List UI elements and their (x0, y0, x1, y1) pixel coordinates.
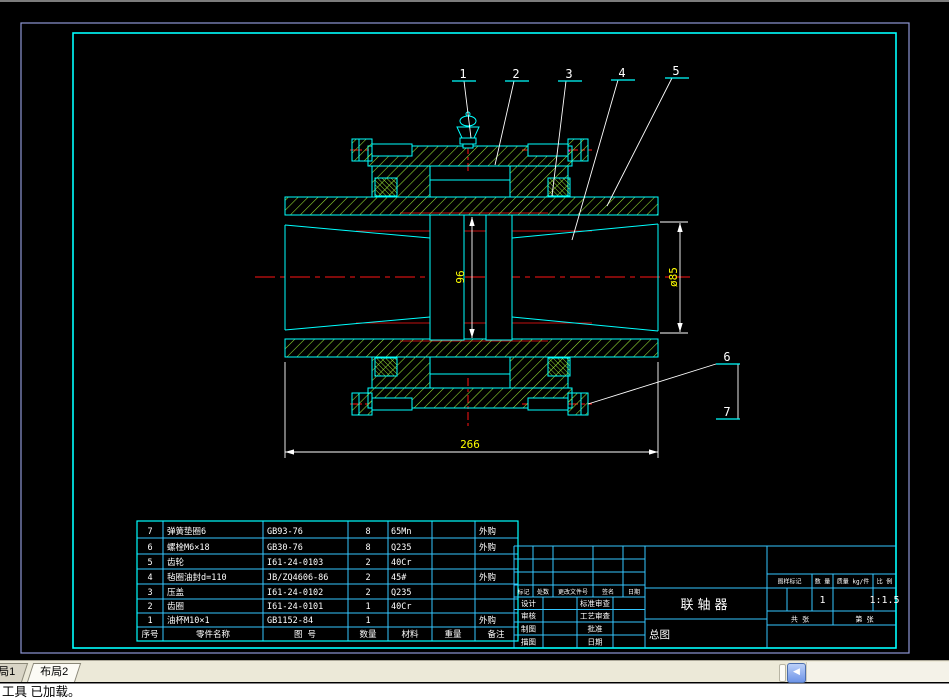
command-line[interactable]: 工具 已加载。 (0, 683, 949, 698)
bom-cell: GB1152-84 (267, 616, 313, 626)
dim-length-text: 266 (460, 438, 480, 451)
tab-scroll-splitter[interactable] (779, 664, 786, 682)
bom-cell: 8 (365, 527, 370, 537)
command-line-message: 工具 已加载。 (0, 684, 949, 698)
bom-header: 序号 (141, 629, 158, 640)
bom-cell: 40Cr (391, 558, 411, 568)
title-block-grid (514, 546, 896, 648)
tb-sign-label: 审核 (521, 611, 536, 621)
bom-header: 备注 (487, 629, 505, 640)
tb-sign-label: 工艺审查 (580, 611, 610, 621)
bom-cell: I61-24-0102 (267, 588, 323, 598)
tb-rev-header: 日期 (628, 588, 640, 596)
bom-cell: 3 (147, 588, 152, 598)
bom-cell: JB/ZQ4606-86 (267, 573, 328, 583)
bom-cell: 7 (147, 527, 152, 537)
bom-cell: 外购 (479, 542, 496, 553)
tb-right-header: 数 量 (815, 578, 831, 586)
balloon-5: 5 (672, 64, 679, 78)
bom-cell: 6 (147, 543, 152, 553)
tab-layout2[interactable]: 布局2 (27, 663, 81, 682)
tb-qty-value: 1 (819, 595, 825, 606)
tb-sign-label: 日期 (588, 638, 603, 647)
bom-cell: Q235 (391, 543, 411, 553)
bom-cell: 2 (365, 558, 370, 568)
balloon-6: 6 (723, 350, 730, 364)
bom-cell: 2 (365, 573, 370, 583)
tb-sheet-total: 共 张 (791, 615, 809, 624)
layout-tab-bar: 布局1 布局2 ◀ (0, 660, 949, 682)
bom-cell: 1 (365, 616, 370, 626)
bom-cell: I61-24-0103 (267, 558, 323, 568)
bom-header: 图 号 (294, 630, 316, 640)
bom-table[interactable]: 序号 零件名称 图 号 数量 材料 重量 备注 7 弹簧垫圈6 GB93-76 … (137, 521, 518, 641)
tb-rev-header: 处数 (537, 588, 549, 596)
bom-cell: 外购 (479, 572, 496, 583)
top-divider (0, 0, 949, 2)
tb-sheet-type: 总图 (649, 628, 670, 641)
dim-dia-text: ø85 (667, 267, 680, 287)
bom-header: 材料 (401, 629, 419, 640)
bom-cell: 40Cr (391, 602, 411, 612)
bom-cell: I61-24-0101 (267, 602, 323, 612)
bom-cell: GB30-76 (267, 543, 303, 553)
bom-cell: GB93-76 (267, 527, 303, 537)
bom-cell: 弹簧垫圈6 (167, 526, 206, 537)
scroll-left-icon: ◀ (793, 667, 800, 677)
balloon-1: 1 (459, 67, 466, 81)
bom-cell: 压盖 (167, 587, 185, 598)
title-block[interactable]: 标记 处数 更改文件号 签名 日期 设计 标准审查 审核 工艺审查 制图 批准 … (514, 546, 900, 648)
tb-sign-label: 设计 (521, 598, 536, 608)
bom-cell: 4 (147, 573, 152, 583)
bom-cell: 外购 (479, 526, 496, 537)
tb-rev-header: 签名 (602, 588, 614, 596)
tb-right-header: 质量 kg/件 (837, 578, 869, 586)
bom-cell: 1 (365, 602, 370, 612)
bom-cell: 毡圈油封d=110 (167, 572, 227, 583)
bom-cell: 8 (365, 543, 370, 553)
bom-cell: 油杯M10×1 (167, 615, 210, 626)
bom-cell: 65Mn (391, 527, 411, 537)
tab-layout1[interactable]: 布局1 (0, 663, 28, 682)
tb-right-header: 比 例 (877, 578, 893, 586)
tb-scale-value: 1:1.5 (869, 595, 899, 606)
autocad-layout-viewport: 96 ø85 266 1 2 3 4 5 6 7 (0, 0, 949, 698)
bom-header: 零件名称 (196, 629, 231, 640)
tb-sheet-no: 第 张 (855, 615, 873, 624)
bom-cell: 45# (391, 573, 407, 583)
bom-header: 重量 (444, 629, 462, 640)
bom-cell: 齿圈 (167, 602, 184, 612)
bom-cell: 1 (147, 616, 152, 626)
bom-cell: 齿轮 (167, 557, 185, 568)
tb-sign-label: 描图 (521, 637, 536, 647)
tb-sign-label: 制图 (521, 624, 536, 634)
bom-cell: 2 (147, 602, 152, 612)
tb-rev-header: 标记 (517, 588, 529, 596)
tb-right-header: 图样标记 (777, 578, 801, 586)
bom-cell: 5 (147, 558, 152, 568)
bom-cell: Q235 (391, 588, 411, 598)
balloon-3: 3 (565, 67, 572, 81)
tb-product-title: 联轴器 (680, 598, 731, 613)
bom-cell: 外购 (479, 615, 496, 626)
coupling-section-view[interactable] (255, 112, 690, 426)
bom-cell: 螺栓M6×18 (167, 542, 210, 553)
dim-bore-text: 96 (454, 270, 467, 283)
tb-rev-header: 更改文件号 (558, 588, 588, 596)
balloon-2: 2 (512, 67, 519, 81)
balloon-7: 7 (723, 405, 730, 419)
balloon-4: 4 (618, 66, 625, 80)
tab-scroll-track[interactable] (806, 662, 949, 682)
tab-layout2-label: 布局2 (31, 664, 77, 681)
bom-cell: 2 (365, 588, 370, 598)
layout-tabs-scroll-left-button[interactable]: ◀ (787, 663, 806, 683)
tab-layout1-label: 布局1 (0, 664, 24, 681)
bom-header: 数量 (359, 629, 377, 640)
oil-cup (457, 112, 479, 148)
tb-sign-label: 标准审查 (580, 598, 610, 608)
tb-sign-label: 批准 (588, 624, 603, 634)
cad-canvas[interactable]: 96 ø85 266 1 2 3 4 5 6 7 (0, 0, 949, 660)
dimension-arrows (285, 217, 683, 455)
